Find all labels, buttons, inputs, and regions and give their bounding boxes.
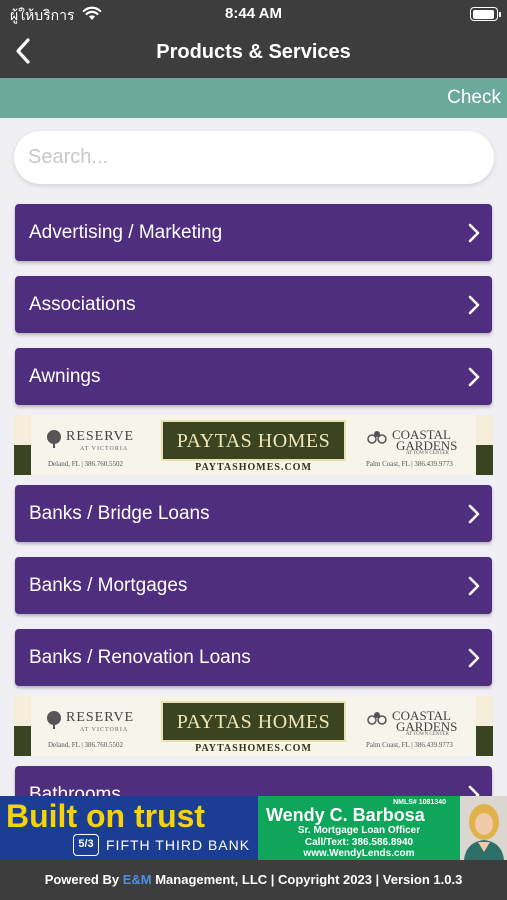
page-title: Products & Services	[156, 41, 351, 63]
check-bar: Check	[0, 78, 507, 118]
list-item-advertising-marketing[interactable]: Advertising / Marketing	[15, 204, 492, 261]
list-item-banks-bridge-loans[interactable]: Banks / Bridge Loans	[15, 485, 492, 542]
fleur-icon	[366, 429, 388, 454]
list-item-label: Advertising / Marketing	[29, 222, 223, 243]
nav-bar: Products & Services	[0, 28, 507, 78]
banner-headline: Built on trust	[6, 798, 206, 834]
ad-strip[interactable]: RESERVE AT VICTORIA Deland, FL | 386.760…	[14, 696, 493, 756]
list-item-bathrooms[interactable]: Bathrooms	[15, 766, 492, 796]
reserve-logo: RESERVE AT VICTORIA Deland, FL | 386.760…	[44, 706, 144, 754]
reserve-location: Deland, FL | 386.760.5502	[48, 741, 124, 749]
paytas-logo: PAYTAS HOMES	[161, 701, 346, 742]
loan-officer-phone: Call/Text: 386.586.8940	[304, 837, 414, 848]
footer: Powered By E&M Management, LLC | Copyrig…	[0, 860, 507, 900]
chevron-right-icon	[468, 576, 480, 601]
list-item-label: Banks / Bridge Loans	[29, 503, 210, 524]
list-item-associations[interactable]: Associations	[15, 276, 492, 333]
coastal-location: Palm Coast, FL | 386.439.9773	[366, 741, 453, 749]
ad-edge-right	[476, 696, 493, 756]
footer-brand-link[interactable]: E&M	[123, 872, 152, 887]
tree-icon	[44, 429, 64, 454]
reserve-name: RESERVE	[66, 429, 135, 444]
paytas-logo: PAYTAS HOMES	[161, 420, 346, 461]
banner-left-panel: Built on trust 5/3 FIFTH THIRD BANK	[0, 796, 258, 860]
paytas-name: PAYTAS HOMES	[176, 711, 331, 733]
coastal-sub: AT TOWN CENTER	[406, 732, 449, 737]
search-bar	[14, 131, 494, 184]
fleur-icon	[366, 710, 388, 735]
list-item-label: Associations	[29, 294, 136, 315]
list-item-label: Bathrooms	[29, 784, 121, 796]
loan-officer-title: Sr. Mortgage Loan Officer	[297, 825, 421, 836]
clock: 8:44 AM	[225, 5, 282, 22]
footer-suffix: Management, LLC | Copyright 2023 | Versi…	[151, 872, 463, 887]
reserve-sub: AT VICTORIA	[80, 446, 129, 452]
ad-edge-right	[476, 415, 493, 475]
ad-strip[interactable]: RESERVE AT VICTORIA Deland, FL | 386.760…	[14, 415, 493, 475]
coastal-location: Palm Coast, FL | 386.439.9773	[366, 460, 453, 468]
paytas-name: PAYTAS HOMES	[176, 430, 331, 452]
list-item-label: Awnings	[29, 366, 101, 387]
footer-prefix: Powered By	[44, 872, 123, 887]
chevron-right-icon	[468, 367, 480, 392]
list-item-label: Banks / Renovation Loans	[29, 647, 251, 668]
coastal-sub: AT TOWN CENTER	[406, 451, 449, 456]
loan-officer-name: Wendy C. Barbosa	[266, 805, 425, 825]
check-button[interactable]: Check	[447, 87, 501, 109]
ad-banner[interactable]: Built on trust 5/3 FIFTH THIRD BANK NMLS…	[0, 796, 507, 860]
reserve-name: RESERVE	[66, 710, 135, 725]
coastal-logo: COASTAL GARDENS AT TOWN CENTER Palm Coas…	[366, 425, 476, 473]
banner-right-panel: NMLS# 1081340 Wendy C. Barbosa Sr. Mortg…	[258, 796, 460, 860]
chevron-right-icon	[468, 295, 480, 320]
tree-icon	[44, 710, 64, 735]
reserve-sub: AT VICTORIA	[80, 727, 129, 733]
ad-edge-left	[14, 696, 31, 756]
status-bar: ผู้ให้บริการ 8:44 AM	[0, 0, 507, 28]
reserve-location: Deland, FL | 386.760.5502	[48, 460, 124, 468]
coastal-logo: COASTAL GARDENS AT TOWN CENTER Palm Coas…	[366, 706, 476, 754]
list-item-banks-renovation-loans[interactable]: Banks / Renovation Loans	[15, 629, 492, 686]
loan-officer-website: www.WendyLends.com	[303, 848, 415, 859]
chevron-right-icon	[468, 223, 480, 248]
footer-text: Powered By E&M Management, LLC | Copyrig…	[0, 872, 507, 887]
search-input[interactable]	[28, 131, 478, 184]
paytas-url: PAYTASHOMES.COM	[195, 462, 312, 473]
ad-edge-left	[14, 415, 31, 475]
reserve-logo: RESERVE AT VICTORIA Deland, FL | 386.760…	[44, 425, 144, 473]
bank-name: FIFTH THIRD BANK	[106, 837, 251, 853]
chevron-right-icon	[468, 504, 480, 529]
battery-icon	[470, 7, 501, 21]
paytas-url: PAYTASHOMES.COM	[195, 743, 312, 754]
chevron-right-icon	[468, 648, 480, 673]
list-item-label: Banks / Mortgages	[29, 575, 188, 596]
category-list: Advertising / Marketing Associations Awn…	[0, 118, 507, 796]
fifth-third-logo-icon: 5/3	[73, 834, 99, 856]
avatar	[460, 796, 507, 860]
chevron-right-icon	[468, 785, 480, 796]
list-item-banks-mortgages[interactable]: Banks / Mortgages	[15, 557, 492, 614]
list-item-awnings[interactable]: Awnings	[15, 348, 492, 405]
